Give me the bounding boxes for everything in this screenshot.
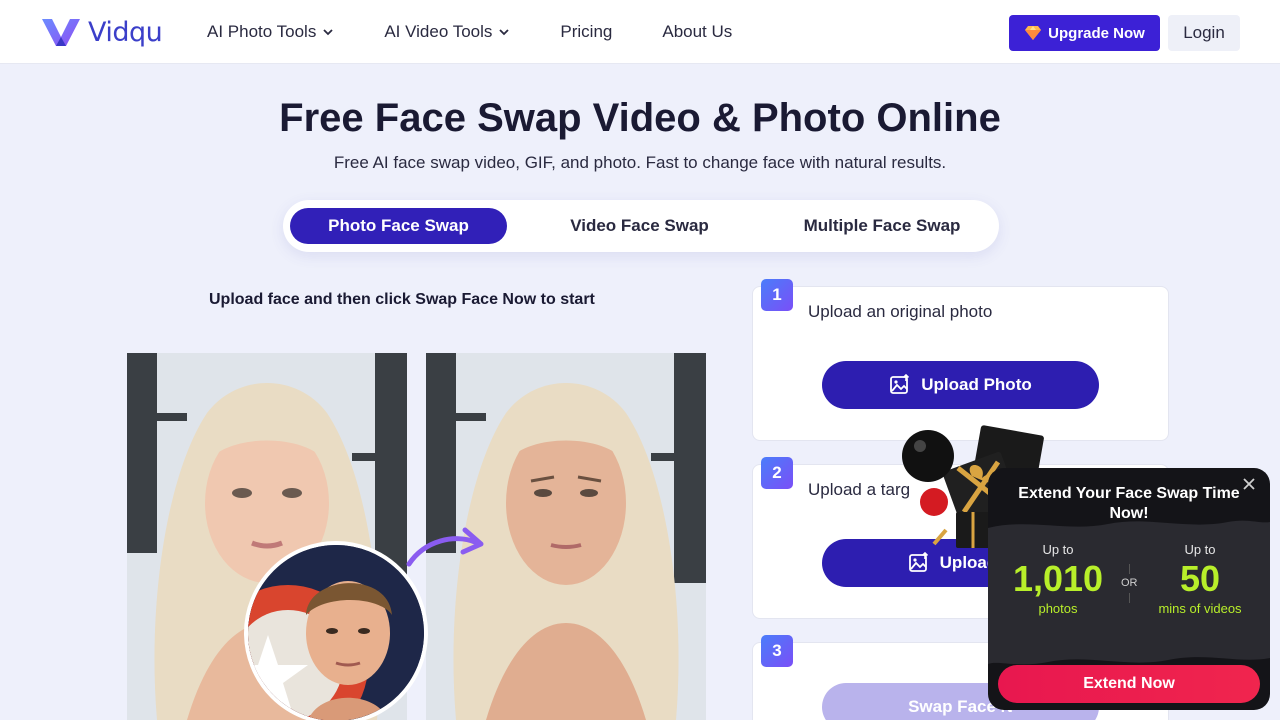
upload-instruction: Upload face and then click Swap Face Now… [209, 291, 595, 308]
image-upload-icon [890, 374, 910, 394]
swap-arrow-icon [406, 527, 484, 567]
step-label: Upload an original photo [808, 302, 993, 321]
mode-tabs: Photo Face Swap Video Face Swap Multiple… [283, 200, 999, 252]
promo-videos-offer: Up to 50 mins of videos [1148, 542, 1252, 616]
nav-label: About Us [662, 22, 733, 41]
extend-now-button[interactable]: Extend Now [998, 665, 1260, 703]
promo-photos-value: 1,010 [1012, 558, 1104, 599]
divider [1129, 593, 1130, 603]
source-face-avatar [244, 541, 428, 720]
promo-videos-value: 50 [1179, 558, 1221, 599]
main-nav: AI Photo Tools AI Video Tools Pricing Ab… [207, 0, 782, 64]
step-number: 1 [761, 279, 793, 311]
site-header: Vidqu AI Photo Tools AI Video Tools Pric… [0, 0, 1280, 64]
upload-photo-label: Upload Photo [921, 375, 1032, 394]
tab-video-face-swap[interactable]: Video Face Swap [531, 208, 748, 244]
upload-photo-button[interactable]: Upload Photo [822, 361, 1099, 409]
nav-label: Pricing [560, 22, 613, 41]
step-number: 2 [761, 457, 793, 489]
tab-photo-face-swap[interactable]: Photo Face Swap [290, 208, 507, 244]
chevron-down-icon [499, 29, 510, 36]
tab-multiple-face-swap[interactable]: Multiple Face Swap [772, 208, 992, 244]
promo-photos-offer: Up to 1,010 photos [1008, 542, 1108, 616]
page-title: Free Face Swap Video & Photo Online [279, 96, 1001, 140]
promo-title: Extend Your Face Swap Time Now! [1018, 485, 1240, 522]
image-upload-icon [908, 552, 928, 572]
step-label: Upload a targ [808, 480, 911, 499]
page-subtitle: Free AI face swap video, GIF, and photo.… [333, 153, 947, 172]
promo-videos-unit: mins of videos [1158, 601, 1242, 616]
step-number: 3 [761, 635, 793, 667]
upgrade-now-button[interactable]: Upgrade Now [1009, 15, 1160, 51]
nav-about-us[interactable]: About Us [662, 22, 732, 42]
promo-or-label: OR [1121, 577, 1138, 589]
upgrade-label: Upgrade Now [1048, 24, 1145, 42]
step-card-1: 1 Upload an original photo Upload Photo [752, 279, 1169, 441]
nav-label: AI Video Tools [384, 22, 493, 41]
nav-ai-photo-tools[interactable]: AI Photo Tools [207, 22, 334, 42]
promo-photos-unit: photos [1038, 601, 1078, 616]
promo-popup: Extend Your Face Swap Time Now! Up to 1,… [988, 468, 1270, 710]
diamond-icon [1025, 26, 1042, 40]
nav-ai-video-tools[interactable]: AI Video Tools [384, 22, 510, 42]
nav-pricing[interactable]: Pricing [560, 22, 612, 42]
divider [1129, 564, 1130, 574]
logo-text: Vidqu [88, 16, 163, 48]
login-button[interactable]: Login [1168, 15, 1240, 51]
promo-upto-label: Up to [1184, 542, 1216, 557]
logo-icon [42, 19, 80, 46]
logo[interactable]: Vidqu [40, 15, 163, 49]
chevron-down-icon [323, 29, 333, 36]
promo-upto-label: Up to [1042, 542, 1074, 557]
nav-label: AI Photo Tools [207, 22, 317, 41]
